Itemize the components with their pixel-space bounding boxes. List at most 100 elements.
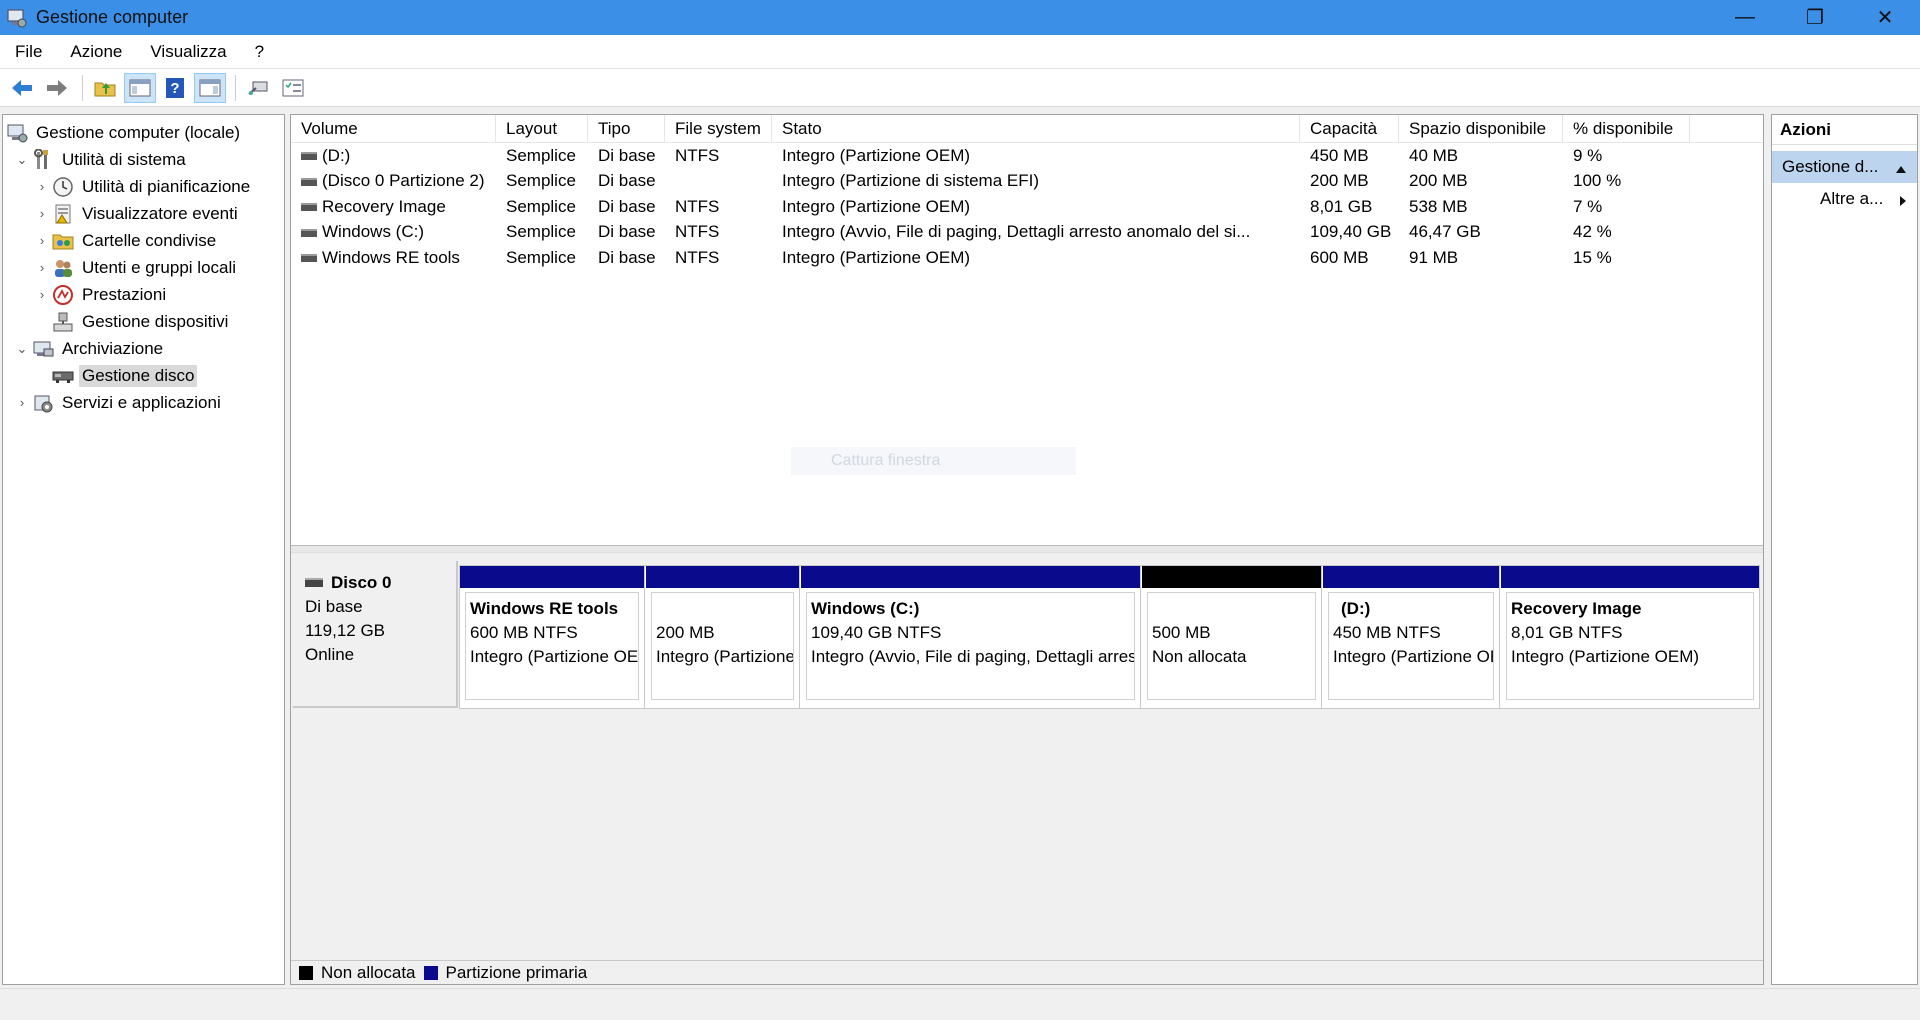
chevron-down-icon[interactable]: ⌄ xyxy=(13,341,31,357)
cell-volume: Windows RE tools xyxy=(291,248,496,268)
table-row[interactable]: Windows (C:) Semplice Di base NTFS Integ… xyxy=(291,220,1763,246)
show-hide-action-pane-button[interactable] xyxy=(194,72,226,103)
cell-type: Di base xyxy=(598,196,656,216)
legend-swatch-unallocated xyxy=(299,965,313,980)
partition-body: (D:) 450 MB NTFS Integro (Partizione OEM… xyxy=(1328,592,1494,700)
tree-item-task-scheduler[interactable]: › Utilità di pianificazione xyxy=(3,173,284,200)
action-more-actions[interactable]: Altre a... xyxy=(1772,183,1917,215)
partition-size: 109,40 GB NTFS xyxy=(811,623,942,642)
tree-label: Cartelle condivise xyxy=(82,230,217,250)
back-button[interactable] xyxy=(6,73,38,103)
menu-help[interactable]: ? xyxy=(240,42,277,62)
volume-icon xyxy=(301,254,317,263)
table-row[interactable]: Windows RE tools Semplice Di base NTFS I… xyxy=(291,245,1763,271)
submenu-arrow-icon xyxy=(1899,192,1907,212)
cell-free-space: 40 MB xyxy=(1409,145,1459,165)
properties-button[interactable] xyxy=(277,73,309,103)
restore-icon: ❐ xyxy=(1806,7,1824,29)
cell-layout: Semplice xyxy=(506,145,576,165)
users-icon xyxy=(51,257,75,279)
partition-bar xyxy=(646,566,799,588)
partition-size: 8,01 GB NTFS xyxy=(1511,623,1623,642)
title-bar: Gestione computer — ❐ ✕ xyxy=(0,0,1920,35)
cell-volume: (D:) xyxy=(291,146,496,166)
tree-item-event-viewer[interactable]: › Visualizzatore eventi xyxy=(3,200,284,227)
table-row[interactable]: (D:) Semplice Di base NTFS Integro (Part… xyxy=(291,143,1763,169)
clock-icon xyxy=(51,176,75,198)
partition-block[interactable]: (D:) 450 MB NTFS Integro (Partizione OEM… xyxy=(1323,566,1500,708)
partition-name xyxy=(656,597,789,621)
column-header-percent-free[interactable]: % disponibile xyxy=(1563,115,1690,142)
volume-icon xyxy=(301,177,317,186)
action-group-disk-management[interactable]: Gestione d... xyxy=(1772,151,1917,183)
help-button[interactable]: ? xyxy=(159,73,191,103)
column-header-status[interactable]: Stato xyxy=(772,115,1300,142)
close-button[interactable]: ✕ xyxy=(1850,0,1920,35)
tree-label: Gestione computer (locale) xyxy=(36,122,241,142)
partition-block[interactable]: 200 MB Integro (Partizione di sistema EF… xyxy=(646,566,800,708)
table-row[interactable]: (Disco 0 Partizione 2) Semplice Di base … xyxy=(291,169,1763,195)
performance-icon xyxy=(51,284,75,306)
cell-layout: Semplice xyxy=(506,171,576,191)
volume-icon xyxy=(301,228,317,237)
cell-type: Di base xyxy=(598,247,656,267)
menu-azione[interactable]: Azione xyxy=(55,42,135,62)
restore-button[interactable]: ❐ xyxy=(1780,0,1850,35)
tree-item-storage[interactable]: ⌄ Archiviazione xyxy=(3,335,284,362)
up-level-button[interactable] xyxy=(89,73,121,103)
chevron-right-icon[interactable]: › xyxy=(33,206,51,221)
tree-label: Archiviazione xyxy=(62,338,164,358)
partition-block[interactable]: 500 MB Non allocata xyxy=(1142,566,1322,708)
cell-percent-free: 42 % xyxy=(1573,222,1612,242)
tree-item-root[interactable]: Gestione computer (locale) xyxy=(3,119,284,146)
partition-bar xyxy=(801,566,1140,588)
chevron-right-icon[interactable]: › xyxy=(33,179,51,194)
tree-item-device-manager[interactable]: Gestione dispositivi xyxy=(3,308,284,335)
legend-label: Non allocata xyxy=(321,962,416,982)
up-folder-icon xyxy=(94,82,116,96)
computer-management-icon xyxy=(5,122,29,144)
column-header-capacity[interactable]: Capacità xyxy=(1300,115,1399,142)
connect-icon xyxy=(248,81,268,95)
pane-splitter[interactable] xyxy=(291,545,1763,553)
collapse-up-icon[interactable] xyxy=(1895,159,1907,179)
tree-item-services-applications[interactable]: › Servizi e applicazioni xyxy=(3,389,284,416)
column-header-type[interactable]: Tipo xyxy=(588,115,665,142)
menu-visualizza[interactable]: Visualizza xyxy=(135,42,239,62)
connect-button[interactable] xyxy=(242,73,274,103)
table-row[interactable]: Recovery Image Semplice Di base NTFS Int… xyxy=(291,194,1763,220)
minimize-button[interactable]: — xyxy=(1710,0,1780,35)
tree-item-disk-management[interactable]: Gestione disco xyxy=(3,362,284,389)
disk-name: Disco 0 xyxy=(331,573,392,592)
partition-status: Integro (Partizione OEM) xyxy=(1333,647,1493,666)
tools-icon xyxy=(31,148,55,171)
forward-button[interactable] xyxy=(41,73,73,103)
column-header-filesystem[interactable]: File system xyxy=(665,115,772,142)
tree-item-system-tools[interactable]: ⌄ Utilità di sistema xyxy=(3,146,284,173)
cell-free-space: 91 MB xyxy=(1409,247,1459,267)
chevron-right-icon[interactable]: › xyxy=(13,395,31,410)
tree-label: Servizi e applicazioni xyxy=(62,392,221,412)
partition-block[interactable]: Windows RE tools 600 MB NTFS Integro (Pa… xyxy=(460,566,645,708)
show-hide-tree-button[interactable] xyxy=(124,72,156,103)
column-header-volume[interactable]: Volume xyxy=(291,115,496,142)
chevron-down-icon[interactable]: ⌄ xyxy=(13,152,31,168)
partition-name xyxy=(1152,597,1311,621)
chevron-right-icon[interactable]: › xyxy=(33,260,51,275)
menu-file[interactable]: File xyxy=(0,42,55,62)
legend-label: Partizione primaria xyxy=(445,962,588,982)
tree-item-local-users-groups[interactable]: › Utenti e gruppi locali xyxy=(3,254,284,281)
disk-info[interactable]: Disco 0 Di base 119,12 GB Online xyxy=(293,561,458,708)
tree-item-performance[interactable]: › Prestazioni xyxy=(3,281,284,308)
partition-name: Recovery Image xyxy=(1511,599,1642,618)
column-header-layout[interactable]: Layout xyxy=(496,115,588,142)
tree-item-shared-folders[interactable]: › Cartelle condivise xyxy=(3,227,284,254)
services-icon xyxy=(31,392,55,414)
column-header-free-space[interactable]: Spazio disponibile xyxy=(1399,115,1563,142)
chevron-right-icon[interactable]: › xyxy=(33,233,51,248)
partition-block[interactable]: Windows (C:) 109,40 GB NTFS Integro (Avv… xyxy=(801,566,1141,708)
chevron-right-icon[interactable]: › xyxy=(33,287,51,302)
partition-block[interactable]: Recovery Image 8,01 GB NTFS Integro (Par… xyxy=(1501,566,1759,708)
partition-size: 500 MB xyxy=(1152,623,1211,642)
partition-body: Recovery Image 8,01 GB NTFS Integro (Par… xyxy=(1506,592,1754,700)
